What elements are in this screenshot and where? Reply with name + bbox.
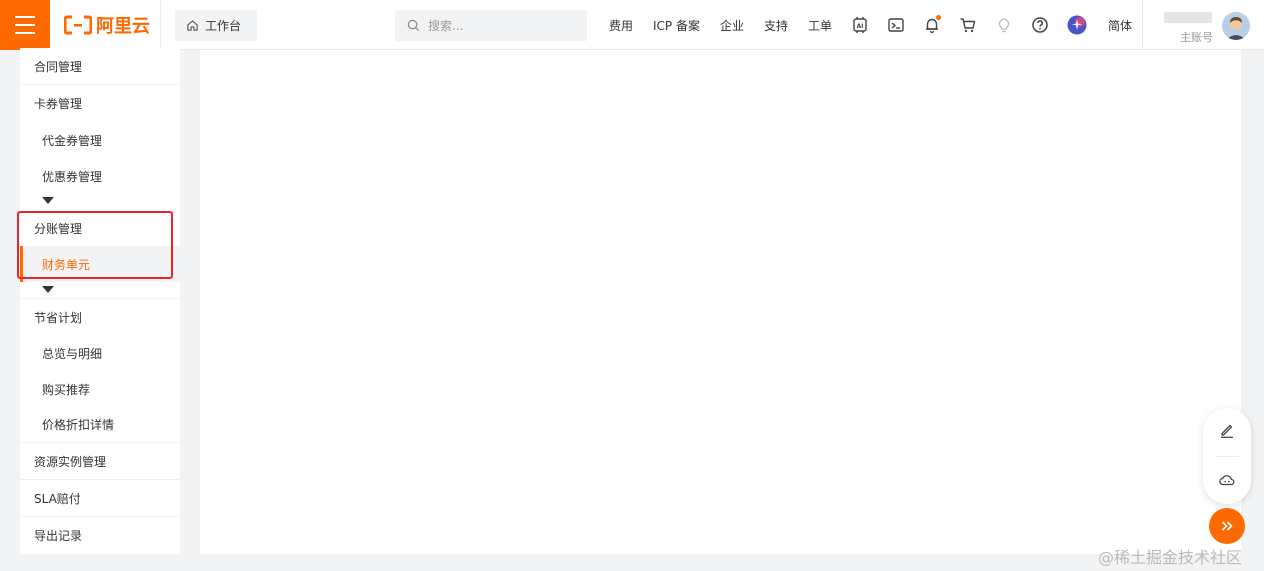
sidebar-item-overview-details[interactable]: 总览与明细 <box>20 335 180 371</box>
account-role: 主账号 <box>1180 31 1213 44</box>
language-switch[interactable]: 简体 <box>1108 17 1132 34</box>
sidebar-item-label: 优惠券管理 <box>42 169 103 184</box>
menu-icon <box>15 16 35 34</box>
lightbulb-icon <box>998 18 1010 33</box>
star-badge-icon <box>1067 15 1087 35</box>
notification-dot <box>936 15 941 20</box>
account-name-redacted <box>1164 12 1212 23</box>
cloud-icon <box>1219 475 1235 486</box>
sidebar-item-label: 导出记录 <box>34 529 83 543</box>
nav-link-icp-filing[interactable]: ICP 备案 <box>653 17 700 34</box>
sidebar-item-label: 资源实例管理 <box>34 454 107 469</box>
floating-toolbar-divider <box>1215 456 1239 457</box>
sidebar-item-savings-plan[interactable]: 节省计划 <box>20 298 180 335</box>
sidebar-item-label: 总览与明细 <box>42 346 103 361</box>
svg-text:AI: AI <box>857 23 864 30</box>
search-input[interactable] <box>428 18 578 33</box>
ai-assistant-icon: AI <box>853 17 867 33</box>
menu-button[interactable] <box>0 0 50 50</box>
aliyun-logo[interactable]: 阿里云 <box>64 13 150 37</box>
caret-down-icon <box>42 197 54 204</box>
sidebar-item-finance-units[interactable]: 财务单元 <box>20 246 180 282</box>
caret-down-icon <box>42 286 54 293</box>
membership-badge-button[interactable] <box>1067 15 1087 35</box>
main-content-panel <box>200 50 1241 554</box>
sidebar-item-label: 节省计划 <box>34 310 83 325</box>
workbench-button[interactable]: 工作台 <box>175 10 257 41</box>
ai-assistant-button[interactable]: AI <box>850 15 870 35</box>
sidebar-item-export-records[interactable]: 导出记录 <box>20 517 180 554</box>
watermark: @稀土掘金技术社区 <box>1098 548 1243 567</box>
user-avatar-icon <box>1222 12 1250 40</box>
sidebar-item-label: 合同管理 <box>34 59 83 74</box>
sidebar-item-label: 价格折扣详情 <box>42 418 115 432</box>
nav-link-enterprise[interactable]: 企业 <box>720 17 744 34</box>
sidebar-item-vouchers[interactable]: 卡券管理 <box>20 85 180 122</box>
feedback-button[interactable] <box>1217 420 1237 440</box>
sidebar-item-split-billing[interactable]: 分账管理 <box>20 210 180 246</box>
floating-toolbar <box>1203 408 1251 504</box>
sidebar-item-price-discounts[interactable]: 价格折扣详情 <box>20 407 180 443</box>
cloud-assistant-button[interactable] <box>1217 470 1237 490</box>
sidebar-item-label: 分账管理 <box>34 221 83 236</box>
sidebar-item-sla-compensation[interactable]: SLA赔付 <box>20 480 180 517</box>
sidebar-item-label: 购买推荐 <box>42 382 91 397</box>
sidebar-item-discount-coupons[interactable]: 优惠券管理 <box>20 158 180 194</box>
help-icon <box>1032 17 1048 33</box>
sidebar-item-label: 财务单元 <box>42 257 91 272</box>
nav-link-tickets[interactable]: 工单 <box>808 17 832 34</box>
account-divider <box>1142 0 1143 50</box>
avatar[interactable] <box>1222 12 1250 40</box>
workbench-label: 工作台 <box>205 19 242 33</box>
logo-text: 阿里云 <box>96 16 150 37</box>
help-button[interactable] <box>1030 15 1050 35</box>
nav-link-billing[interactable]: 费用 <box>609 17 633 34</box>
aliyun-logo-mark <box>64 15 92 35</box>
search-icon <box>407 19 420 32</box>
cloud-shell-button[interactable] <box>886 15 906 35</box>
edit-icon <box>1221 424 1233 438</box>
expand-panel-button[interactable] <box>1209 508 1245 544</box>
search-box[interactable] <box>395 10 587 41</box>
cart-icon <box>960 18 976 33</box>
cart-button[interactable] <box>958 15 978 35</box>
sidebar-item-label: 代金券管理 <box>42 133 103 148</box>
nav-link-support[interactable]: 支持 <box>764 17 788 34</box>
sidebar-item-contracts[interactable]: 合同管理 <box>20 48 180 85</box>
sidebar: 合同管理 卡券管理 代金券管理 优惠券管理 分账管理 财务单元 节省计划 总览与… <box>20 48 180 554</box>
terminal-icon <box>888 18 904 32</box>
sidebar-item-purchase-recommendations[interactable]: 购买推荐 <box>20 371 180 407</box>
sidebar-item-label: SLA赔付 <box>34 491 81 506</box>
double-chevron-right-icon <box>1221 521 1233 531</box>
logo-divider <box>160 0 161 50</box>
sidebar-item-label: 卡券管理 <box>34 97 83 111</box>
sidebar-item-cash-coupons[interactable]: 代金券管理 <box>20 122 180 158</box>
sidebar-item-resource-instances[interactable]: 资源实例管理 <box>20 443 180 480</box>
top-navigation-bar: 阿里云 工作台 费用 ICP 备案 企业 支持 工单 AI <box>0 0 1264 50</box>
ideas-button[interactable] <box>994 15 1014 35</box>
notifications-button[interactable] <box>922 15 942 35</box>
home-icon <box>187 20 198 31</box>
